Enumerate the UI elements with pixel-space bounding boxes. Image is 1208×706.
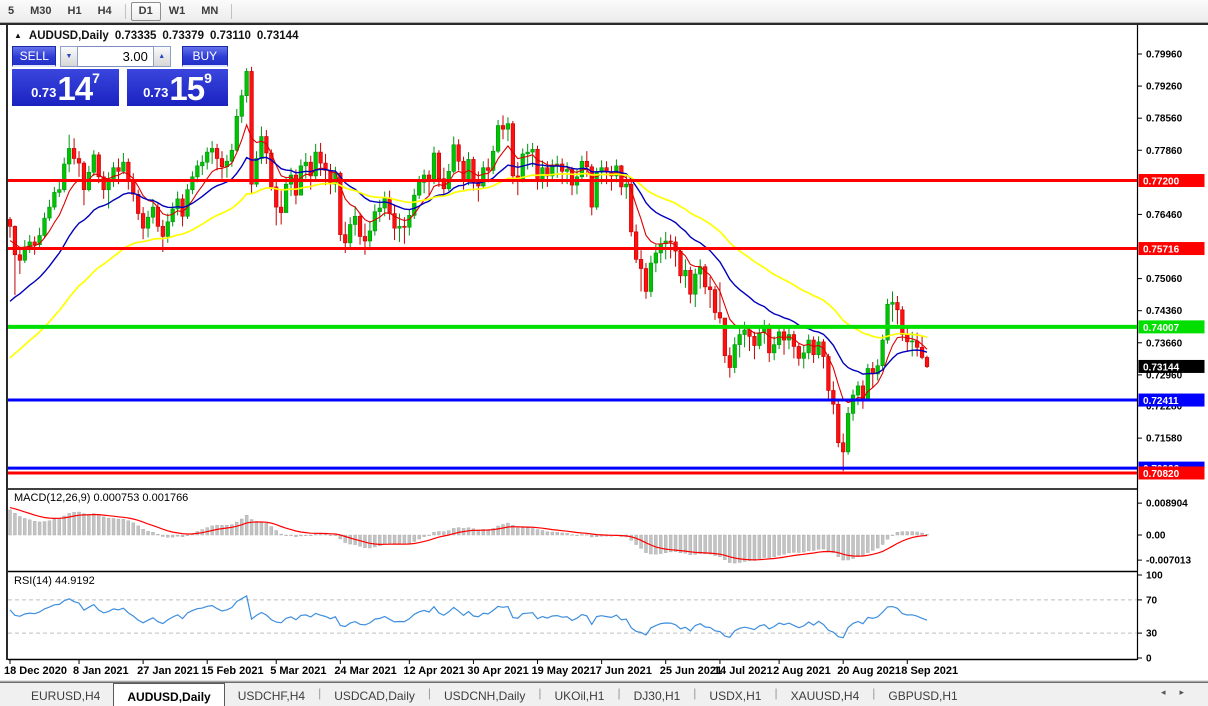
sell-button[interactable]: SELL [12,46,57,67]
ohlc-high: 0.73379 [162,30,204,42]
timeframe-button-d1[interactable]: D1 [130,1,161,21]
rsi-indicator-label: RSI(14) 44.9192 [14,575,95,587]
tab-xauusd-h4[interactable]: XAUUSD,H4 [778,683,873,705]
sell-price-big: 14 [57,70,93,107]
timeframe-button-h1[interactable]: H1 [60,2,90,21]
chart-canvas[interactable]: 0.79960 0.79260 0.78560 0.77860 0.76460 0.750… [0,23,1208,682]
price-axis-label: 0.75060 [1146,274,1183,285]
chart-background [0,23,1208,682]
buy-price-prefix: 0.73 [143,85,169,100]
timeframe-button-5[interactable]: 5 [0,2,22,21]
rsi-axis-label: 70 [1146,595,1158,606]
level-badge-0.70820-label: 0.70820 [1143,469,1180,480]
price-axis-label: 0.76460 [1146,210,1183,221]
price-axis-label: 0.73660 [1146,338,1183,349]
date-axis-label: 18 Dec 2020 [4,665,67,677]
one-click-trade-panel: SELL ▼ ▲ BUY 0.73 14 7 0.73 15 9 [12,46,228,106]
date-axis-label: 27 Jan 2021 [137,665,199,677]
tab-usdchf-h4[interactable]: USDCHF,H4 [225,683,318,705]
date-axis-label: 8 Sep 2021 [901,665,958,677]
date-axis-label: 5 Mar 2021 [270,665,326,677]
chart-tab-bar: EURUSD,H4 AUDUSD,Daily USDCHF,H4 | USDCAD,Da… [0,682,1208,706]
date-axis-label: 14 Jul 2021 [714,665,773,677]
price-axis-label: 0.78560 [1146,114,1183,125]
ohlc-close: 0.73144 [256,30,299,42]
level-badge-0.72411-label: 0.72411 [1143,396,1179,407]
tab-usdcnh-daily[interactable]: USDCNH,Daily [431,683,538,705]
chart-header: ▲ AUDUSD,Daily 0.73335 0.73379 0.73110 0.7314… [14,30,298,42]
tab-usdcad-daily[interactable]: USDCAD,Daily [321,683,428,705]
tab-usdx-h1[interactable]: USDX,H1 [696,683,774,705]
tab-ukoil-h1[interactable]: UKOil,H1 [541,683,617,705]
buy-button[interactable]: BUY [181,46,228,67]
chart-window: 0.79960 0.79260 0.78560 0.77860 0.76460 0.750… [0,23,1208,682]
tab-audusd-daily[interactable]: AUDUSD,Daily [113,683,225,706]
volume-decrease-button[interactable]: ▼ [60,46,78,67]
buy-price-sup: 9 [204,70,212,86]
timeframe-button-h4[interactable]: H4 [90,2,120,21]
date-axis-label: 7 Jun 2021 [596,665,652,677]
tab-scroll-left-icon: ◂ [1160,687,1180,697]
toolbar-separator [124,3,126,19]
tab-scroll-arrows[interactable]: ◂▸ [1161,687,1198,698]
buy-price-big: 15 [169,70,205,107]
date-axis-label: 25 Jun 2021 [660,665,722,677]
date-axis-label: 20 Aug 2021 [837,665,901,677]
price-axis-label: 0.71580 [1146,434,1183,445]
current-price-badge-label: 0.73144 [1143,362,1180,373]
sell-price-display[interactable]: 0.73 14 7 [12,69,119,106]
sell-price-prefix: 0.73 [31,85,57,100]
rsi-axis-label: 0 [1146,654,1152,665]
date-axis-label: 2 Aug 2021 [773,665,831,677]
ohlc-open: 0.73335 [114,30,157,42]
tab-dj30-h1[interactable]: DJ30,H1 [621,683,694,705]
date-axis-label: 24 Mar 2021 [334,665,396,677]
macd-axis-label: 0.008904 [1146,499,1188,510]
macd-axis-label: -0.007013 [1146,556,1191,567]
buy-price-display[interactable]: 0.73 15 9 [127,69,228,106]
price-axis-label: 0.79960 [1146,49,1183,60]
level-badge-0.75716-label: 0.75716 [1143,245,1180,256]
timeframe-button-w1[interactable]: W1 [161,2,194,21]
tab-gbpusd-h1[interactable]: GBPUSD,H1 [875,683,970,705]
price-axis-label: 0.77860 [1146,146,1183,157]
rsi-axis-label: 30 [1146,629,1158,640]
collapse-panel-icon[interactable]: ▲ [14,31,22,40]
volume-input[interactable] [77,46,153,67]
volume-increase-button[interactable]: ▲ [152,46,171,67]
tab-scroll-right-icon: ▸ [1179,687,1198,697]
timeframe-toolbar: 5 M30 H1 H4 D1 W1 MN [0,0,1208,23]
rsi-axis-label: 100 [1146,571,1163,582]
sell-price-sup: 7 [92,70,100,86]
price-axis-label: 0.74360 [1146,306,1183,317]
level-badge-0.74007-label: 0.74007 [1143,323,1180,334]
price-axis-label: 0.79260 [1146,82,1183,93]
ohlc-low: 0.73110 [209,30,251,42]
chart-symbol-title: AUDUSD,Daily [28,30,109,42]
date-axis-label: 19 May 2021 [532,665,596,677]
date-axis-label: 8 Jan 2021 [73,665,129,677]
macd-axis-label: 0.00 [1146,531,1166,542]
toolbar-separator [231,3,233,19]
macd-indicator-label: MACD(12,26,9) 0.000753 0.001766 [14,492,189,504]
date-axis-label: 30 Apr 2021 [467,665,528,677]
level-badge-0.77200-label: 0.77200 [1143,177,1180,188]
tab-eurusd-h4[interactable]: EURUSD,H4 [18,683,113,705]
timeframe-button-m30[interactable]: M30 [22,2,59,21]
date-axis-label: 15 Feb 2021 [201,665,263,677]
timeframe-button-mn[interactable]: MN [193,2,226,21]
date-axis-label: 12 Apr 2021 [403,665,464,677]
